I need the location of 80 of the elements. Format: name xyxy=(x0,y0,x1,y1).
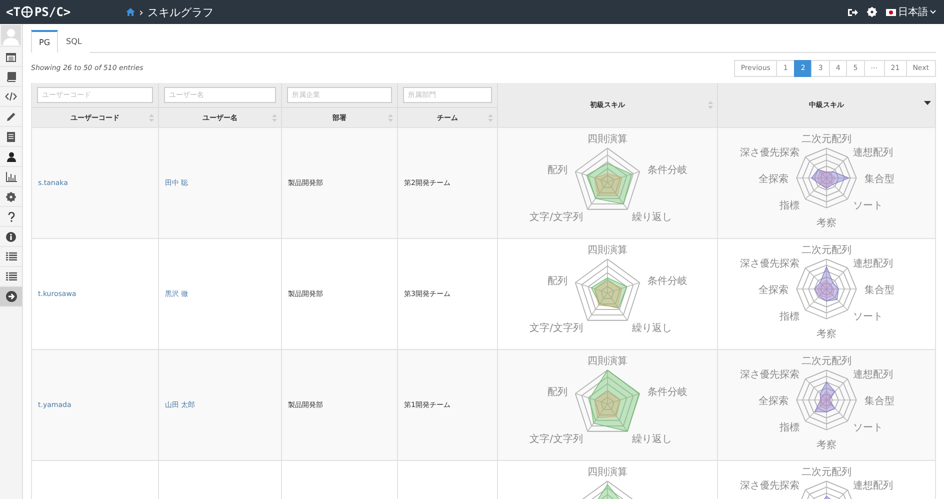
axis-label: 深さ優先探索 xyxy=(740,480,800,492)
axis-label: 四則演算 xyxy=(588,134,628,146)
radar-chart-drawing xyxy=(580,480,634,499)
page-title: スキルグラフ xyxy=(147,4,214,20)
settings-icon xyxy=(6,192,16,202)
radar-chart-drawing xyxy=(574,258,640,321)
axis-label: 条件分岐 xyxy=(647,387,688,398)
language-menu[interactable]: 日本語 xyxy=(886,5,936,19)
axis-label: 全探索 xyxy=(758,285,789,296)
axis-label: 集合型 xyxy=(864,285,894,296)
axis-label: 繰り返し xyxy=(632,434,672,445)
axis-label: 連想配列 xyxy=(853,480,894,492)
axis-label: 二次元配列 xyxy=(802,467,852,478)
caret-icon xyxy=(930,10,936,14)
axis-label: 連想配列 xyxy=(853,258,894,270)
axis-label: 連想配列 xyxy=(853,369,894,380)
home-icon[interactable] xyxy=(126,8,135,16)
axis-label: 指標 xyxy=(780,312,800,323)
axis-label: 指標 xyxy=(780,422,800,434)
axis-label: 四則演算 xyxy=(588,467,628,478)
document-icon xyxy=(7,132,15,142)
axis-label: 集合型 xyxy=(864,174,894,185)
axis-label: 全探索 xyxy=(758,396,789,407)
book-icon xyxy=(6,72,16,82)
pencil-icon xyxy=(6,112,16,122)
axis-label: 全探索 xyxy=(758,174,789,185)
list-icon xyxy=(6,272,16,281)
logo-text: PS/C> xyxy=(34,5,71,19)
axis-label: ソート xyxy=(853,200,884,212)
tab[interactable]: PG xyxy=(31,30,58,53)
radar-chart-drawing xyxy=(574,148,640,210)
sidebar-item[interactable] xyxy=(0,287,22,307)
axis-label: 二次元配列 xyxy=(802,356,852,368)
sort-icon xyxy=(488,114,493,122)
axis-label: 二次元配列 xyxy=(802,134,852,146)
axis-label: 繰り返し xyxy=(632,322,672,334)
help-icon xyxy=(8,212,14,222)
axis-label: 深さ優先探索 xyxy=(740,258,800,270)
axis-label: 深さ優先探索 xyxy=(740,369,800,380)
logout-icon[interactable] xyxy=(848,8,858,16)
axis-label: 文字/文字列 xyxy=(530,322,583,334)
logo-text: <T xyxy=(6,5,20,19)
axis-label: 考察 xyxy=(816,328,836,340)
axis-label: 集合型 xyxy=(864,396,894,407)
bar-chart-icon xyxy=(6,172,16,182)
radar-chart-drawing xyxy=(574,370,640,432)
arrow-circle-icon xyxy=(6,291,16,302)
sort-icon xyxy=(272,114,277,122)
breadcrumb-separator: › xyxy=(139,6,144,18)
axis-label: 繰り返し xyxy=(632,212,672,223)
code-icon xyxy=(5,92,17,101)
axis-label: 文字/文字列 xyxy=(530,212,583,223)
user-icon xyxy=(6,152,16,162)
axis-label: 四則演算 xyxy=(588,245,628,256)
axis-label: 連想配列 xyxy=(853,147,894,158)
info-icon xyxy=(6,232,16,242)
axis-label: 文字/文字列 xyxy=(530,434,583,445)
axis-label: 深さ優先探索 xyxy=(740,147,800,158)
axis-label: 指標 xyxy=(780,200,800,212)
axis-label: 考察 xyxy=(816,218,836,229)
axis-label: ソート xyxy=(853,422,884,434)
calendar-icon xyxy=(6,52,16,62)
sort-icon xyxy=(708,101,713,109)
caret-icon xyxy=(924,101,931,105)
flag-icon xyxy=(886,8,896,16)
radar-chart-drawing xyxy=(800,480,852,499)
axis-label: 条件分岐 xyxy=(647,165,688,176)
axis-label: 四則演算 xyxy=(588,356,628,368)
axis-label: 配列 xyxy=(548,276,568,288)
list-icon xyxy=(6,252,16,261)
axis-label: 考察 xyxy=(816,440,836,451)
axis-label: ソート xyxy=(853,312,884,323)
axis-label: 配列 xyxy=(548,165,568,176)
axis-label: 配列 xyxy=(548,387,568,398)
sort-icon xyxy=(388,114,393,122)
sort-icon xyxy=(149,114,154,122)
settings-icon[interactable] xyxy=(867,7,877,17)
globe-icon xyxy=(21,6,34,18)
axis-label: 条件分岐 xyxy=(647,276,688,288)
axis-label: 二次元配列 xyxy=(802,245,852,256)
